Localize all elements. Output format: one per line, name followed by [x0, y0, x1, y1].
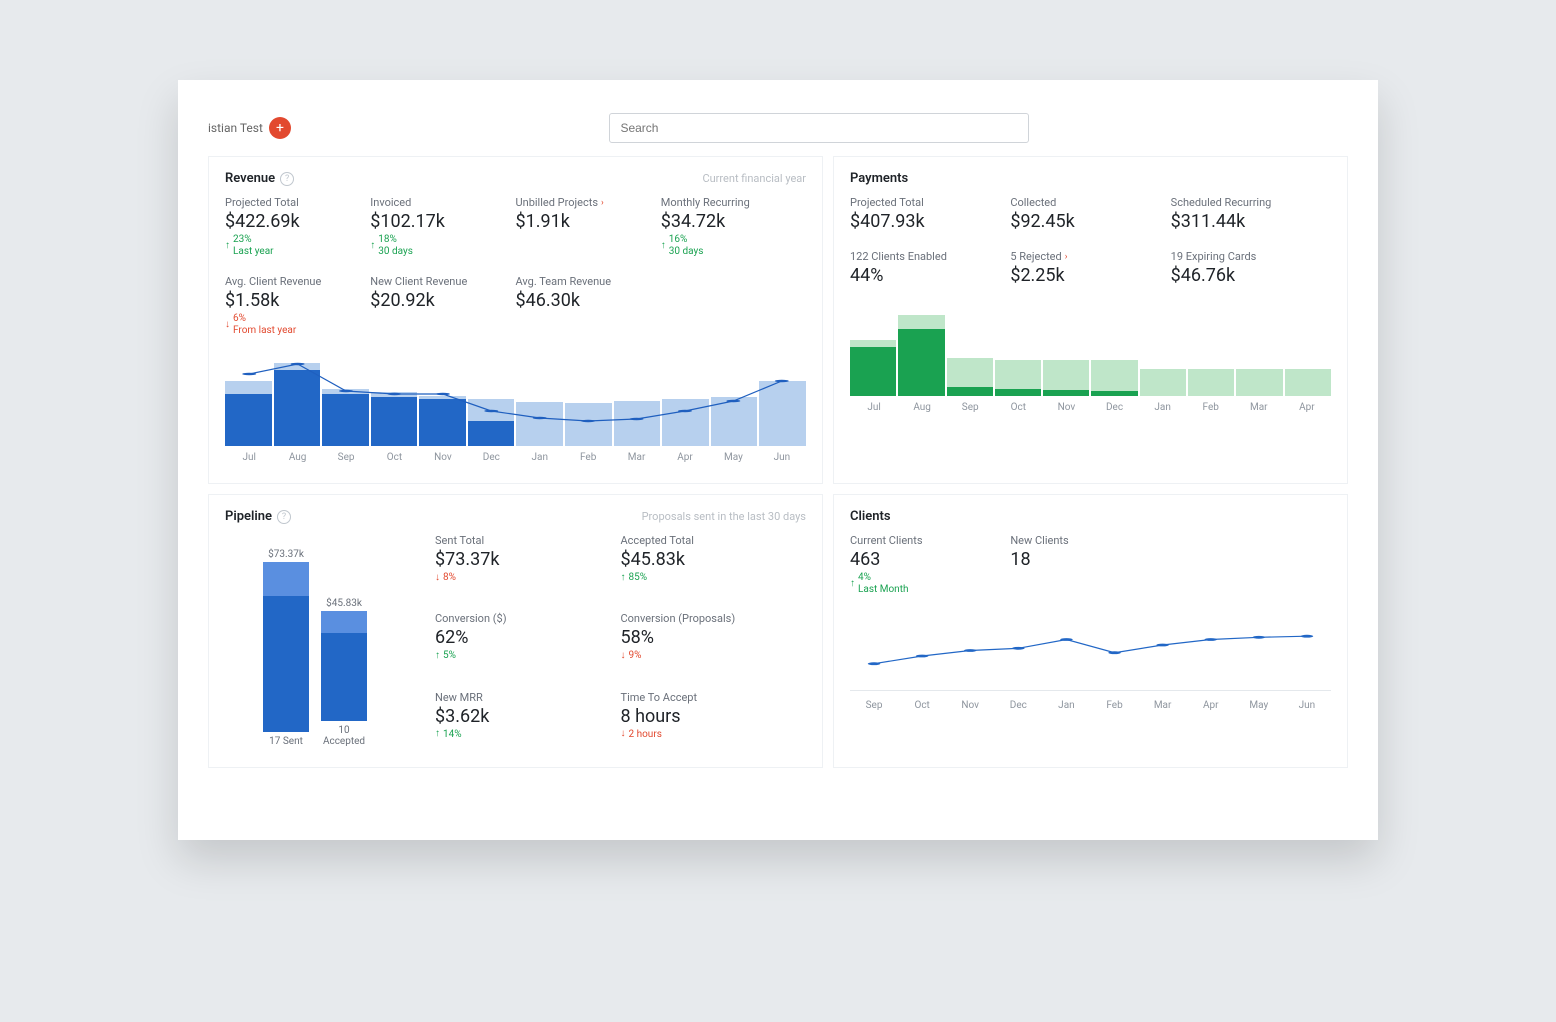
metric-payments-scheduled: Scheduled Recurring $311.44k [1171, 196, 1331, 232]
payments-title: Payments [850, 171, 908, 186]
arrow-up-icon: ↑ [370, 241, 375, 251]
arrow-up-icon: ↑ [850, 579, 855, 589]
metric-unbilled[interactable]: Unbilled Projects› $1.91k [516, 196, 661, 257]
search-input[interactable] [609, 113, 1029, 143]
arrow-up-icon: ↑ [225, 241, 230, 251]
arrow-up-icon: ↑ [435, 651, 440, 661]
metric-payments-collected: Collected $92.45k [1010, 196, 1170, 232]
info-icon[interactable]: ? [280, 172, 294, 186]
pipeline-card: Pipeline ? Proposals sent in the last 30… [208, 494, 823, 768]
arrow-up-icon: ↑ [435, 729, 440, 739]
metric-clients-enabled: 122 Clients Enabled 44% [850, 250, 1010, 286]
topbar: istian Test + [208, 110, 1348, 146]
pipeline-title: Pipeline [225, 509, 272, 524]
payments-chart [850, 296, 1331, 396]
pipeline-bar-accepted: $45.83k 10 Accepted [321, 538, 367, 747]
metric-monthly-recurring: Monthly Recurring $34.72k ↑16%30 days [661, 196, 806, 257]
breadcrumb: istian Test [208, 121, 263, 135]
metric-expiring-cards: 19 Expiring Cards $46.76k [1171, 250, 1331, 286]
revenue-note: Current financial year [702, 172, 806, 185]
metric-rejected[interactable]: 5 Rejected› $2.25k [1010, 250, 1170, 286]
revenue-chart [225, 346, 806, 446]
pipeline-chart: $73.37k 17 Sent $45.83k 10 Acc [225, 534, 405, 747]
add-button[interactable]: + [269, 117, 291, 139]
search-wrapper [609, 113, 1029, 143]
arrow-down-icon: ↓ [225, 320, 230, 330]
pipeline-note: Proposals sent in the last 30 days [642, 510, 806, 523]
arrow-down-icon: ↓ [435, 573, 440, 583]
payments-card: Payments Projected Total $407.93k Collec… [833, 156, 1348, 484]
clients-chart: SepOctNovDecJanFebMarAprMayJun [850, 601, 1331, 711]
arrow-down-icon: ↓ [621, 651, 626, 661]
metric-conversion-dollar: Conversion ($) 62% ↑5% [435, 612, 621, 668]
metric-time-to-accept: Time To Accept 8 hours ↓2 hours [621, 691, 807, 747]
info-icon[interactable]: ? [277, 510, 291, 524]
caret-right-icon: › [601, 198, 604, 208]
metric-avg-team-revenue: Avg. Team Revenue $46.30k [516, 275, 661, 336]
metric-new-clients: New Clients 18 [1010, 534, 1170, 595]
clients-title: Clients [850, 509, 891, 524]
metric-sent-total: Sent Total $73.37k ↓8% [435, 534, 621, 590]
payments-chart-labels: JulAugSepOctNovDecJanFebMarApr [850, 402, 1331, 413]
metric-conversion-proposals: Conversion (Proposals) 58% ↓9% [621, 612, 807, 668]
metric-current-clients: Current Clients 463 ↑4%Last Month [850, 534, 1010, 595]
metric-payments-projected: Projected Total $407.93k [850, 196, 1010, 232]
revenue-title: Revenue [225, 171, 275, 186]
revenue-card: Revenue ? Current financial year Project… [208, 156, 823, 484]
metric-new-mrr: New MRR $3.62k ↑14% [435, 691, 621, 747]
caret-right-icon: › [1065, 252, 1068, 262]
metric-avg-client-revenue: Avg. Client Revenue $1.58k ↓6%From last … [225, 275, 370, 336]
pipeline-bar-sent: $73.37k 17 Sent [263, 549, 309, 747]
arrow-down-icon: ↓ [621, 729, 626, 739]
metric-projected-total: Projected Total $422.69k ↑23%Last year [225, 196, 370, 257]
metric-invoiced: Invoiced $102.17k ↑18%30 days [370, 196, 515, 257]
clients-card: Clients Current Clients 463 ↑4%Last Mont… [833, 494, 1348, 768]
metric-new-client-revenue: New Client Revenue $20.92k [370, 275, 515, 336]
revenue-chart-labels: JulAugSepOctNovDecJanFebMarAprMayJun [225, 452, 806, 463]
metric-accepted-total: Accepted Total $45.83k ↑85% [621, 534, 807, 590]
arrow-up-icon: ↑ [661, 241, 666, 251]
dashboard-frame: istian Test + Revenue ? Current financia… [178, 80, 1378, 840]
arrow-up-icon: ↑ [621, 573, 626, 583]
